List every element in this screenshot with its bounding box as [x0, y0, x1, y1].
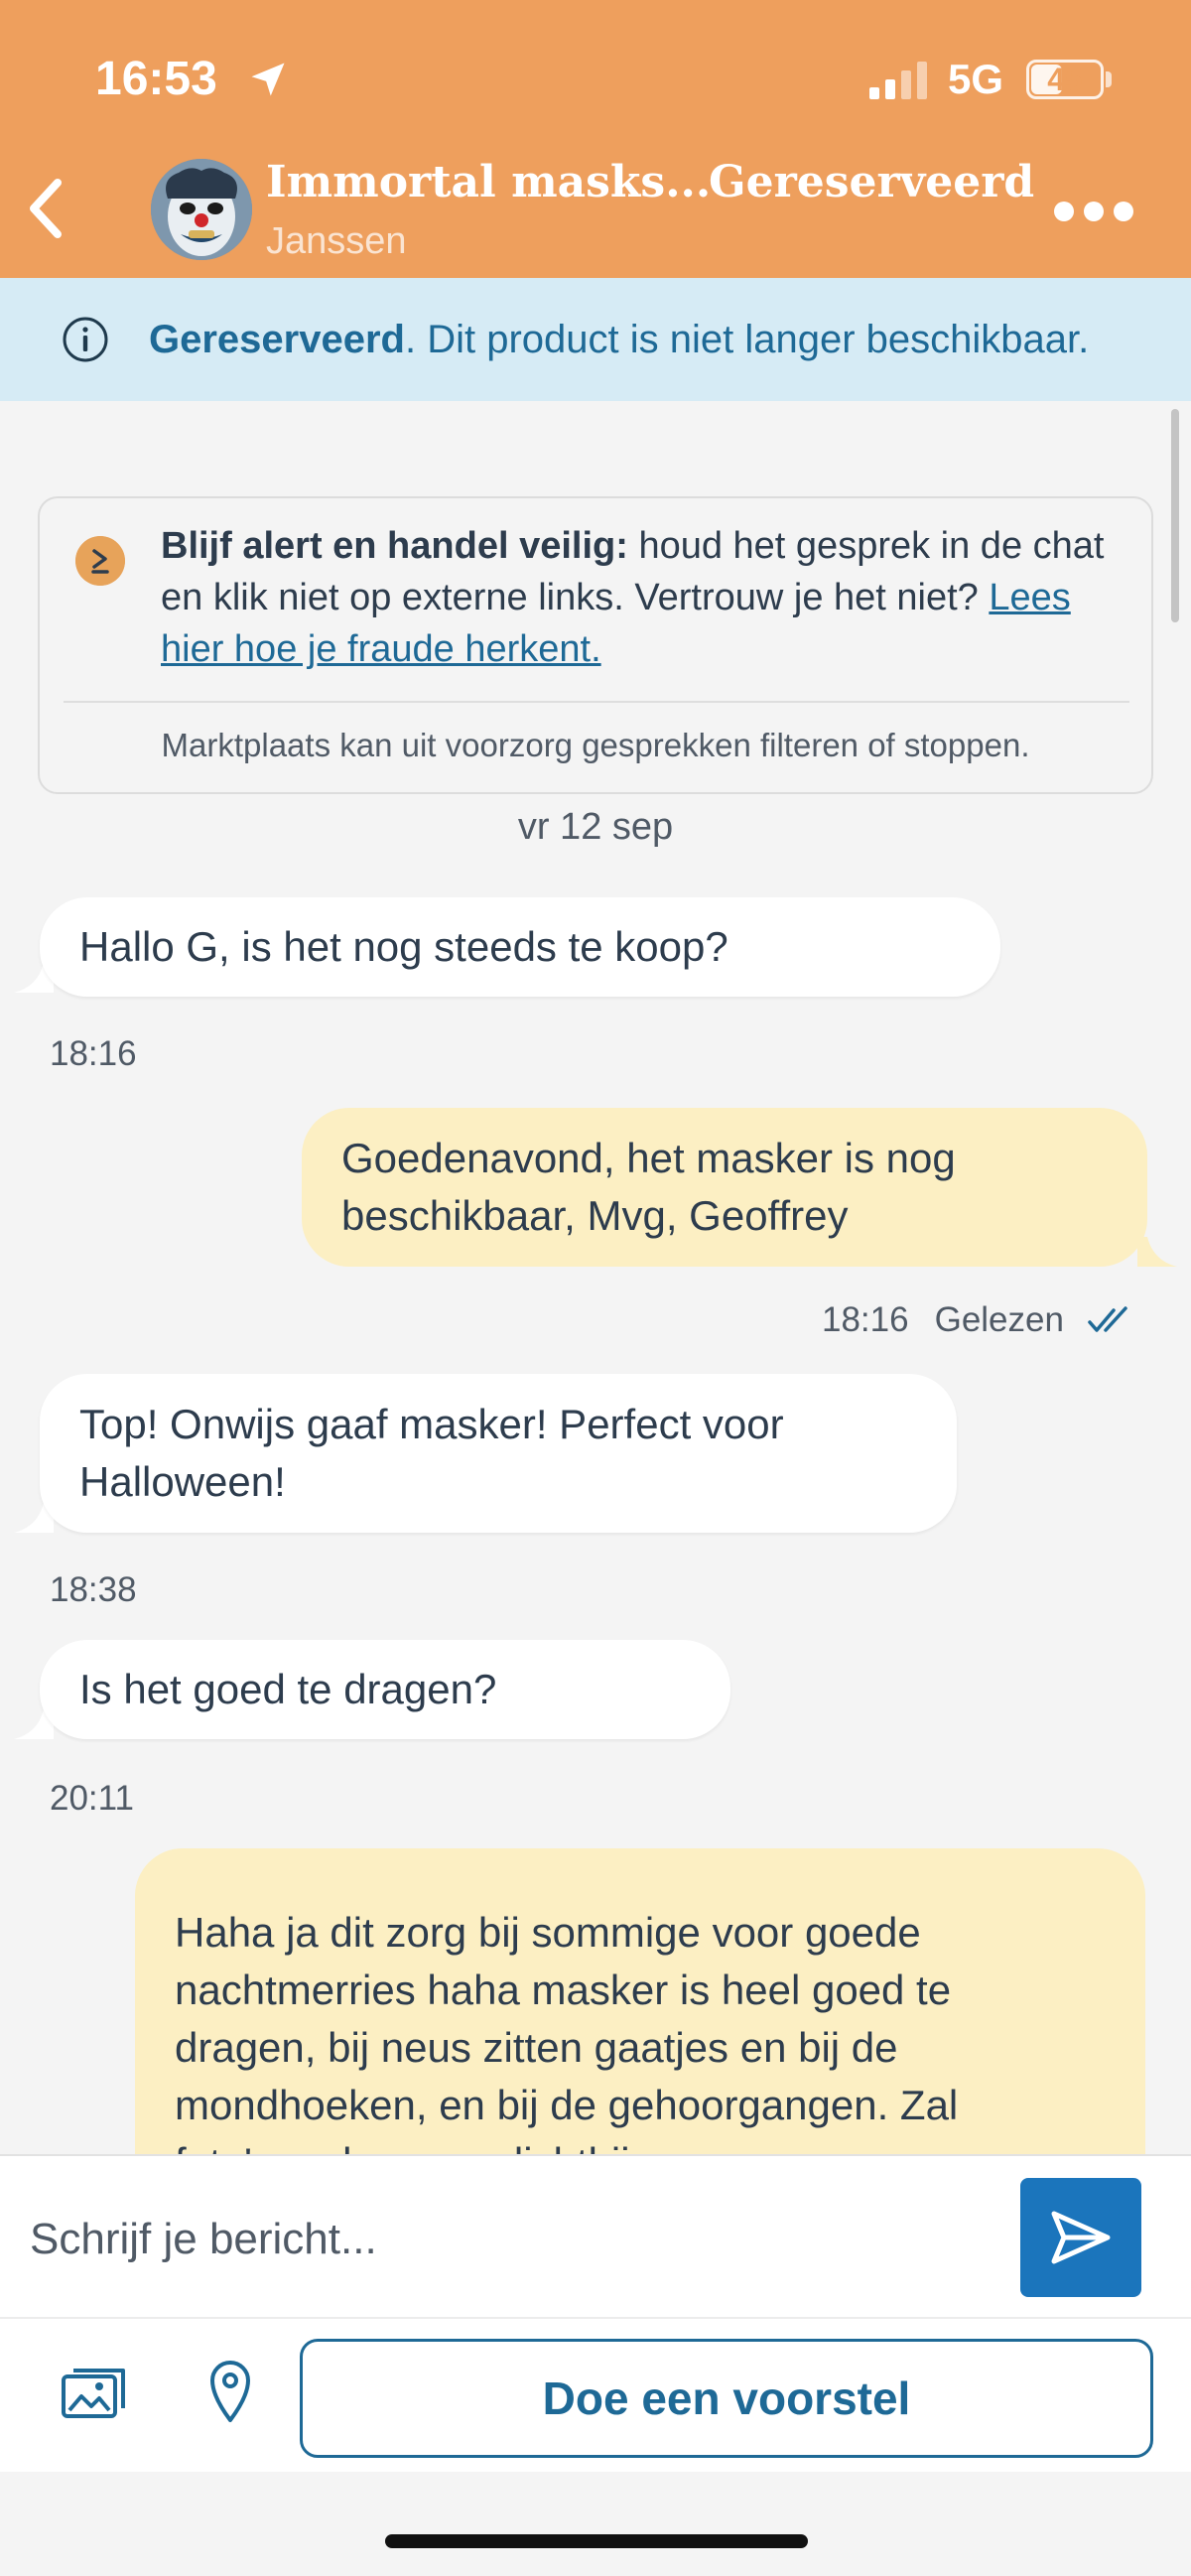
moderation-note: Marktplaats kan uit voorzorg gesprekken … [161, 727, 1030, 763]
date-separator: vr 12 sep [517, 806, 674, 848]
alert-chevron-icon [75, 536, 125, 586]
outgoing-bubble-tail [1137, 1237, 1177, 1267]
photo-gallery-icon[interactable] [60, 2363, 127, 2422]
reserved-banner-bold: Gereserveerd [149, 317, 405, 361]
message-line: Goedenavond, het masker is nog [341, 1135, 956, 1181]
message-outgoing[interactable]: Goedenavond, het masker is nog beschikbaa… [302, 1108, 1147, 1267]
divider [64, 701, 1129, 703]
message-line: nachtmerries haha masker is heel goed te [175, 1966, 952, 2013]
avatar[interactable] [151, 159, 252, 260]
back-chevron-icon[interactable] [22, 169, 71, 248]
battery-icon: 45 [1026, 60, 1104, 99]
status-time: 16:53 [95, 53, 217, 105]
action-bar: Doe een voorstel [0, 2317, 1191, 2472]
reserved-banner-text: Gereserveerd. Dit product is niet langer… [149, 318, 1089, 362]
reserved-banner-message: . Dit product is niet langer beschikbaar… [404, 317, 1090, 361]
location-arrow-icon [251, 63, 285, 96]
safety-notice-bold: Blijf alert en handel veilig: [161, 525, 628, 567]
message-text: Goedenavond, het masker is nog beschikbaa… [341, 1130, 956, 1245]
battery-tip [1106, 71, 1112, 87]
message-line: dragen, bij neus zitten gaatjes en bij d… [175, 2024, 898, 2071]
reserved-banner: Gereserveerd. Dit product is niet langer… [0, 278, 1191, 401]
message-line: Top! Onwijs gaaf masker! Perfect voor [79, 1401, 784, 1447]
message-incoming[interactable]: Hallo G, is het nog steeds te koop? [40, 897, 1000, 997]
info-icon [63, 317, 108, 362]
message-text: Is het goed te dragen? [79, 1666, 497, 1712]
message-time: 18:16 [822, 1300, 909, 1339]
signal-icon [869, 62, 927, 99]
message-text: Hallo G, is het nog steeds te koop? [79, 923, 728, 970]
more-options-icon[interactable] [1054, 197, 1133, 226]
read-receipt-row: 18:16 Gelezen [822, 1300, 1131, 1340]
read-status: Gelezen [934, 1300, 1064, 1339]
seller-name: Janssen [266, 220, 407, 262]
battery-level: 45 [1047, 62, 1083, 97]
message-incoming[interactable]: Is het goed te dragen? [40, 1640, 730, 1739]
network-type: 5G [948, 56, 1004, 102]
send-button[interactable] [1020, 2178, 1141, 2297]
location-pin-icon[interactable] [208, 2359, 252, 2424]
message-line: mondhoeken, en bij de gehoorgangen. Zal [175, 2082, 959, 2128]
safety-notice-text: Blijf alert en handel veilig: houd het g… [161, 520, 1133, 675]
scrollbar[interactable] [1171, 409, 1179, 622]
message-line: Haha ja dit zorg bij sommige voor goede [175, 1909, 921, 1956]
message-incoming[interactable]: Top! Onwijs gaaf masker! Perfect voor Hal… [40, 1374, 957, 1533]
safety-notice: Blijf alert en handel veilig: houd het g… [38, 496, 1153, 794]
message-time: 18:16 [50, 1034, 137, 1073]
chat-header: 16:53 5G 45 Immortal masks... Janssen Ge… [0, 0, 1191, 278]
reservation-status: Gereserveerd [709, 157, 1035, 207]
home-indicator [385, 2534, 808, 2548]
message-time: 20:11 [50, 1779, 134, 1818]
message-line: Halloween! [79, 1458, 286, 1505]
listing-title[interactable]: Immortal masks... [266, 157, 711, 207]
message-text: Haha ja dit zorg bij sommige voor goede … [175, 1904, 958, 2192]
message-line: beschikbaar, Mvg, Geoffrey [341, 1192, 849, 1239]
message-input[interactable] [30, 2190, 983, 2289]
send-icon [1051, 2211, 1111, 2264]
composer-bar [0, 2154, 1191, 2317]
message-time: 18:38 [50, 1570, 137, 1609]
make-offer-button[interactable]: Doe een voorstel [300, 2339, 1153, 2458]
clown-mask-image [151, 159, 252, 260]
double-check-icon [1088, 1306, 1127, 1332]
message-text: Top! Onwijs gaaf masker! Perfect voor Hal… [79, 1396, 784, 1511]
